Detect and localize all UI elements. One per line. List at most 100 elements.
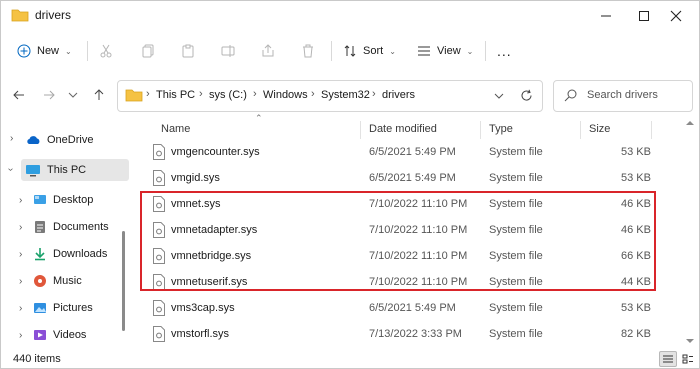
nav-item-label: OneDrive [47,134,94,146]
up-button[interactable] [87,83,111,107]
more-options-button[interactable]: ... [497,39,512,63]
chevron-down-icon [68,92,78,98]
system-file-icon [153,144,165,160]
nav-item-desktop[interactable]: Desktop [33,189,93,211]
nav-pane-scrollbar[interactable] [122,231,125,331]
clipboard-icon [182,44,194,58]
search-icon [564,89,577,102]
chevron-right-icon[interactable]: › [19,222,22,233]
minimize-icon [601,15,611,17]
address-row: › This PC › sys (C:) › Windows › System3… [1,77,699,113]
view-button[interactable]: View ⌄ [417,39,473,63]
file-size: 82 KB [621,328,651,340]
back-button[interactable] [7,83,31,107]
file-type: System file [489,172,543,184]
chevron-down-icon[interactable] [494,91,504,101]
file-date: 6/5/2021 5:49 PM [369,172,456,184]
chevron-right-icon[interactable]: › [19,303,22,314]
chevron-down-icon[interactable]: › [5,168,16,171]
arrow-up-icon [94,89,104,100]
breadcrumb-this-pc[interactable]: This PC [156,89,195,101]
nav-item-label: Pictures [53,302,93,314]
file-explorer-window: drivers New ⌄ Sort ⌄ View ⌄ ... › This P… [0,0,700,369]
close-button[interactable] [653,1,699,31]
file-date: 6/5/2021 5:49 PM [369,302,456,314]
refresh-icon[interactable] [520,89,533,102]
recent-locations-button[interactable] [61,83,85,107]
chevron-right-icon[interactable]: › [19,276,22,287]
nav-item-onedrive[interactable]: OneDrive [25,129,93,151]
file-type: System file [489,146,543,158]
nav-item-label: Videos [53,329,87,341]
navigation-pane: › OneDrive › This PC › Desktop › Documen… [1,119,131,351]
new-label: New [37,45,60,57]
item-count: 440 items [13,353,61,365]
nav-item-documents[interactable]: Documents [33,216,109,238]
cloud-icon [27,136,40,144]
table-row[interactable]: vmgencounter.sys 6/5/2021 5:49 PM System… [141,140,665,166]
column-header-type[interactable]: Type [489,123,513,135]
file-type: System file [489,302,543,314]
delete-button[interactable] [301,39,315,63]
copy-icon [142,44,154,58]
breadcrumb-system32[interactable]: System32 [321,89,370,101]
chevron-right-icon: › [146,88,150,100]
maximize-icon [639,11,649,21]
documents-icon [35,221,45,233]
divider [485,41,486,61]
sort-label: Sort [363,45,384,57]
pictures-icon [34,303,46,313]
divider [331,41,332,61]
chevron-right-icon: › [253,88,257,100]
chevron-right-icon[interactable]: › [10,133,13,144]
breadcrumb-windows[interactable]: Windows [263,89,308,101]
forward-button[interactable] [37,83,61,107]
scissors-icon [100,44,112,58]
nav-item-music[interactable]: Music [33,270,82,292]
column-header-size[interactable]: Size [589,123,610,135]
scroll-down-icon[interactable] [685,337,695,345]
chevron-down-icon: ⌄ [466,46,474,56]
cut-button[interactable] [99,39,113,63]
tiles-view-button[interactable] [679,351,697,367]
nav-item-label: Music [53,275,82,287]
address-bar[interactable]: › This PC › sys (C:) › Windows › System3… [117,80,543,112]
chevron-right-icon[interactable]: › [19,249,22,260]
close-icon [670,10,682,22]
nav-item-this-pc[interactable]: This PC [21,159,129,181]
scroll-up-icon[interactable] [685,119,695,127]
nav-item-downloads[interactable]: Downloads [33,243,107,265]
sort-button[interactable]: Sort ⌄ [343,39,396,63]
table-row[interactable]: vms3cap.sys 6/5/2021 5:49 PM System file… [141,296,665,322]
search-box[interactable]: Search drivers [553,80,693,112]
window-title: drivers [35,8,72,22]
divider [87,41,88,61]
table-row[interactable]: vmgid.sys 6/5/2021 5:49 PM System file 5… [141,166,665,192]
file-name: vms3cap.sys [171,302,235,314]
chevron-right-icon[interactable]: › [19,195,22,206]
paste-button[interactable] [181,39,195,63]
breadcrumb-drivers[interactable]: drivers [382,89,415,101]
music-icon [34,275,46,287]
file-name: vmstorfl.sys [171,328,230,340]
table-row[interactable]: vmstorfl.sys 7/13/2022 3:33 PM System fi… [141,322,665,348]
details-view-icon [663,355,673,363]
nav-item-label: This PC [47,164,87,176]
details-view-button[interactable] [659,351,677,367]
column-header-name[interactable]: Name [161,123,190,135]
column-header-date[interactable]: Date modified [369,123,437,135]
arrow-left-icon [13,90,24,100]
copy-button[interactable] [141,39,155,63]
share-icon [262,44,274,57]
rename-button[interactable] [221,39,235,63]
folder-icon [11,9,29,22]
chevron-right-icon: › [199,88,203,100]
file-name: vmgencounter.sys [171,146,260,158]
chevron-right-icon[interactable]: › [19,330,22,341]
share-button[interactable] [261,39,275,63]
breadcrumb-sys-c[interactable]: sys (C:) [209,89,247,101]
chevron-down-icon: ⌄ [65,46,72,56]
new-button[interactable]: New ⌄ [17,39,72,63]
nav-item-pictures[interactable]: Pictures [33,297,93,319]
nav-item-videos[interactable]: Videos [33,324,86,346]
